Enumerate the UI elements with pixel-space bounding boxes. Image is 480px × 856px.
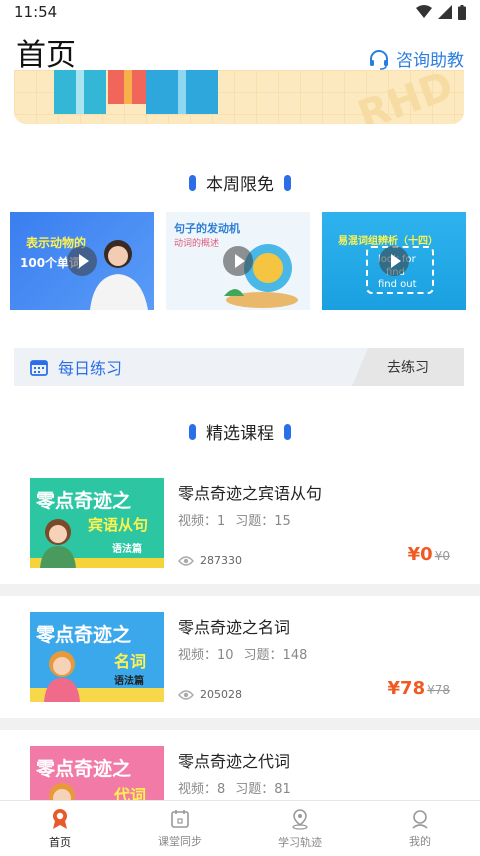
location-pin-icon bbox=[292, 808, 308, 830]
nav-item-home[interactable]: 首页 bbox=[0, 801, 120, 856]
course-price: ¥78 ¥78 bbox=[387, 678, 450, 699]
course-item[interactable]: 零点奇迹之 名词 语法篇 零点奇迹之名词 视频：10 习题：148 205028 … bbox=[0, 600, 480, 716]
daily-practice-label: 每日练习 bbox=[58, 359, 123, 378]
view-count: 287330 bbox=[178, 554, 242, 567]
teacher-figure bbox=[90, 240, 148, 310]
divider bbox=[0, 718, 480, 730]
go-practice-button[interactable]: 去练习 bbox=[352, 348, 464, 386]
course-item[interactable]: 零点奇迹之 宾语从句 语法篇 零点奇迹之宾语从句 视频：1 习题：15 28733… bbox=[0, 466, 480, 582]
course-meta: 视频：1 习题：15 bbox=[178, 514, 291, 529]
course-meta: 视频：10 习题：148 bbox=[178, 648, 308, 663]
course-title: 零点奇迹之名词 bbox=[178, 618, 291, 637]
gift-box-icon bbox=[108, 70, 148, 104]
course-price: ¥0 ¥0 bbox=[407, 544, 450, 565]
consult-assistant-button[interactable]: 咨询助教 bbox=[368, 46, 464, 71]
free-course-card[interactable]: 易混词组辨析（十四） look for find find out bbox=[322, 212, 466, 310]
section-title: 本周限免 bbox=[206, 175, 274, 195]
status-time: 11:54 bbox=[14, 3, 58, 21]
nav-item-mine[interactable]: 我的 bbox=[360, 801, 480, 856]
section-title: 精选课程 bbox=[206, 424, 274, 444]
free-course-carousel[interactable]: 表示动物的 100个单词 句子的发动机 动词的概述 易混词组辨析（十四） l bbox=[10, 212, 470, 310]
nav-item-learning-track[interactable]: 学习轨迹 bbox=[240, 801, 360, 856]
calendar-icon bbox=[171, 809, 189, 828]
course-thumbnail: 零点奇迹之 名词 语法篇 bbox=[30, 612, 164, 702]
home-medal-icon bbox=[53, 808, 67, 829]
user-icon bbox=[412, 809, 428, 829]
gift-box-icon bbox=[146, 70, 218, 114]
divider bbox=[0, 584, 480, 596]
headset-icon bbox=[370, 49, 388, 70]
page-title: 首页 bbox=[16, 38, 76, 73]
free-section-header: 本周限免 bbox=[0, 170, 480, 195]
courses-section-header: 精选课程 bbox=[0, 419, 480, 444]
battery-icon bbox=[458, 4, 466, 20]
course-title: 零点奇迹之代词 bbox=[178, 752, 291, 771]
app-header: 首页 咨询助教 bbox=[0, 28, 480, 76]
play-icon[interactable] bbox=[379, 246, 409, 276]
wifi-icon bbox=[416, 5, 432, 18]
view-count: 205028 bbox=[178, 688, 242, 701]
eye-icon bbox=[178, 689, 194, 700]
course-thumbnail: 零点奇迹之 宾语从句 语法篇 bbox=[30, 478, 164, 568]
daily-practice-bar[interactable]: 每日练习 去练习 bbox=[14, 348, 464, 386]
promo-banner[interactable]: RHD bbox=[14, 70, 464, 124]
system-icons bbox=[416, 4, 466, 20]
course-meta: 视频：8 习题：81 bbox=[178, 782, 291, 797]
play-icon[interactable] bbox=[67, 246, 97, 276]
free-course-card[interactable]: 句子的发动机 动词的概述 bbox=[166, 212, 310, 310]
free-course-card[interactable]: 表示动物的 100个单词 bbox=[10, 212, 154, 310]
bottom-nav: 首页 课堂同步 学习轨迹 我的 bbox=[0, 800, 480, 856]
course-title: 零点奇迹之宾语从句 bbox=[178, 484, 323, 503]
eye-icon bbox=[178, 555, 194, 566]
student-illustration bbox=[40, 519, 76, 568]
consult-label: 咨询助教 bbox=[396, 51, 464, 71]
calendar-icon bbox=[30, 360, 48, 376]
student-illustration bbox=[44, 651, 80, 702]
gift-box-icon bbox=[54, 70, 106, 114]
status-bar: 11:54 bbox=[0, 0, 480, 24]
nav-item-class-sync[interactable]: 课堂同步 bbox=[120, 801, 240, 856]
home-screen: 11:54 首页 咨询助教 RHD 本周限免 表示动物的 100个单词 句子的发… bbox=[0, 0, 480, 856]
signal-icon bbox=[438, 5, 452, 19]
play-icon[interactable] bbox=[223, 246, 253, 276]
